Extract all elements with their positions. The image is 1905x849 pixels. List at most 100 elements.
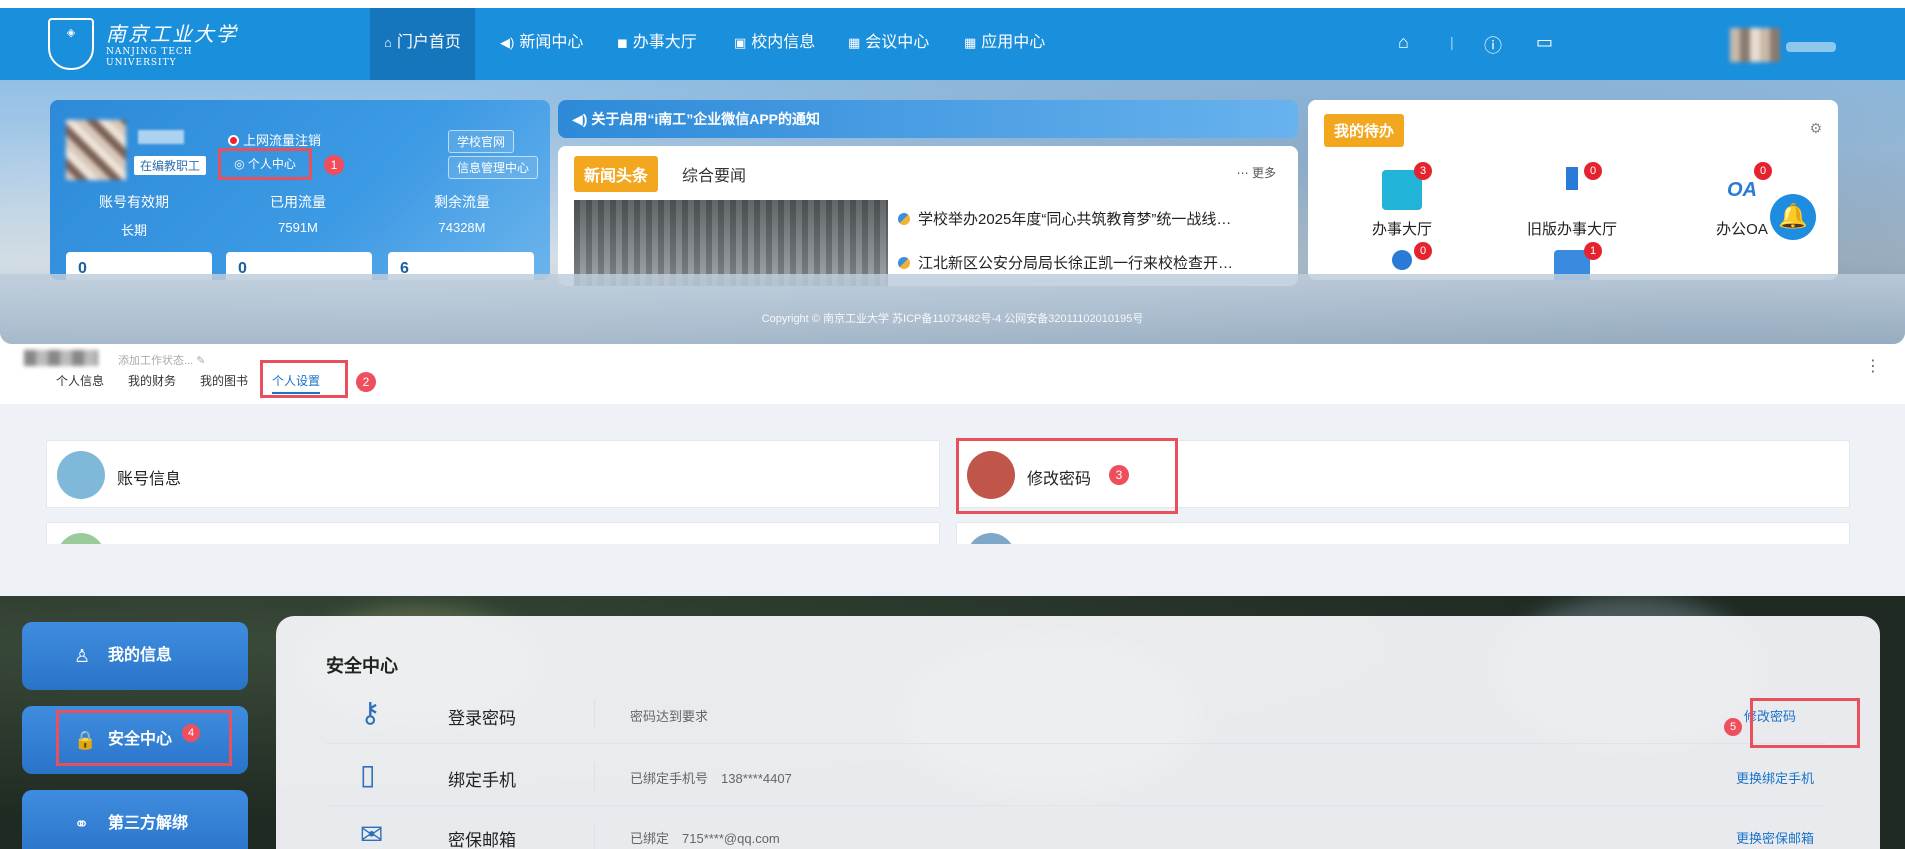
user-circle-icon: ◎ xyxy=(234,157,248,171)
stat-label: 账号有效期 xyxy=(99,194,169,210)
sidebar-item-third-party[interactable]: ⚭ 第三方解绑 xyxy=(22,790,248,849)
security-content: 安全中心 ⚷ 登录密码 密码达到要求 修改密码 5 ▯ 绑定手机 已绑定手机号 … xyxy=(276,616,1880,849)
home-shortcut-icon[interactable]: ⌂ xyxy=(1398,32,1409,53)
step-badge: 1 xyxy=(324,155,344,175)
notice-text: 关于启用“i南工”企业微信APP的通知 xyxy=(591,111,821,127)
todo-card: 我的待办 ⚙ 3 办事大厅 0 旧版办事大厅 OA 0 办公OA 0 1 xyxy=(1308,100,1838,280)
nav-label: 新闻中心 xyxy=(519,34,584,51)
user-icon-shape xyxy=(1392,250,1412,270)
nav-news[interactable]: ◀) 新闻中心 xyxy=(486,8,597,80)
security-row-phone: ▯ 绑定手机 已绑定手机号 138****4407 更换绑定手机 xyxy=(326,746,1826,806)
personal-center-button[interactable]: ◎ 个人中心 xyxy=(218,148,312,180)
tab-my-finance[interactable]: 我的财务 xyxy=(128,372,176,389)
todo-label: 旧版办事大厅 xyxy=(1526,221,1617,238)
id-card-icon xyxy=(57,451,105,499)
footer-blur-strip xyxy=(0,274,1905,344)
count-badge: 1 xyxy=(1584,242,1602,260)
gear-icon[interactable]: ⚙ xyxy=(1809,120,1822,137)
apps-icon: ▦ xyxy=(964,35,977,50)
todo-service-hall[interactable]: 3 办事大厅 xyxy=(1342,162,1462,239)
user-avatar[interactable] xyxy=(1730,28,1780,62)
row-divider xyxy=(594,822,595,849)
change-email-link[interactable]: 更换密保邮箱 xyxy=(1736,828,1814,847)
more-icon: ⋯ xyxy=(1236,166,1252,180)
tab-headlines[interactable]: 新闻头条 xyxy=(574,156,659,192)
row-divider xyxy=(594,700,595,728)
todo-label: 办事大厅 xyxy=(1371,221,1432,238)
apps-icon-cell xyxy=(1572,167,1578,190)
tab-personal-info[interactable]: 个人信息 xyxy=(56,372,104,389)
official-site-link[interactable]: 学校官网 xyxy=(448,130,515,153)
link-icon: ⚭ xyxy=(74,814,90,834)
row-desc: 密码达到要求 xyxy=(630,709,709,724)
building-icon: ▣ xyxy=(734,35,747,50)
nav-label: 办事大厅 xyxy=(632,34,697,51)
logo-en-1: NANJING TECH xyxy=(106,47,193,57)
news-item[interactable]: 江北新区公安分局局长徐正凯一行来校检查开… xyxy=(898,252,1233,273)
bell-icon[interactable]: 🔔 xyxy=(1770,194,1816,240)
speaker-icon: ◀) xyxy=(500,35,515,50)
nav-label: 会议中心 xyxy=(865,34,930,51)
stat-label: 剩余流量 xyxy=(434,194,490,210)
bullet-icon xyxy=(898,257,910,269)
work-status-input[interactable]: 添加工作状态... ✎ xyxy=(118,352,205,368)
count-badge: 0 xyxy=(1414,242,1432,260)
divider: | xyxy=(1450,34,1454,50)
university-emblem-icon[interactable]: ◈ xyxy=(48,18,94,70)
news-box: 新闻头条 综合要闻 ⋯ 更多 学校举办2025年度“同心共筑教育梦”统一战线… … xyxy=(558,146,1298,286)
more-link[interactable]: ⋯ 更多 xyxy=(1237,164,1276,181)
tab-general-news[interactable]: 综合要闻 xyxy=(682,162,746,186)
sidebar-item-my-info[interactable]: ♙ 我的信息 xyxy=(22,622,248,690)
nav-home[interactable]: ⌂ 门户首页 xyxy=(370,8,475,80)
copyright-text: Copyright © 南京工业大学 苏ICP备11073482号-4 公网安备… xyxy=(761,313,1144,325)
highlight-box xyxy=(956,438,1178,514)
security-row-password: ⚷ 登录密码 密码达到要求 修改密码 xyxy=(326,684,1826,744)
key-icon: ⚷ xyxy=(360,697,381,728)
bullet-icon xyxy=(898,213,910,225)
feedback-icon[interactable]: ▭ xyxy=(1536,32,1553,53)
change-phone-link[interactable]: 更换绑定手机 xyxy=(1736,768,1814,787)
traffic-logout-link[interactable]: 上网流量注销 xyxy=(228,130,321,149)
nav-label: 应用中心 xyxy=(981,34,1046,51)
row-name: 密保邮箱 xyxy=(448,831,516,849)
row-divider xyxy=(594,762,595,790)
todo-old-service-hall[interactable]: 0 旧版办事大厅 xyxy=(1512,162,1632,239)
row-name: 登录密码 xyxy=(448,709,516,728)
status-placeholder: 添加工作状态... xyxy=(118,355,194,367)
nav-meeting[interactable]: ▦ 会议中心 xyxy=(834,8,943,80)
personal-center-label: 个人中心 xyxy=(247,157,296,171)
notice-banner[interactable]: ◀) 关于启用“i南工”企业微信APP的通知 xyxy=(558,100,1298,138)
help-icon[interactable]: ⓘ xyxy=(1484,32,1502,58)
avatar xyxy=(24,350,98,366)
card-label: 账号信息 xyxy=(117,471,182,488)
nav-apps[interactable]: ▦ 应用中心 xyxy=(950,8,1059,80)
phone-icon: ▯ xyxy=(360,759,376,790)
highlight-box xyxy=(56,710,232,766)
security-row-email: ✉ 密保邮箱 已绑定 715****@qq.com 更换密保邮箱 xyxy=(326,806,1826,849)
security-center-panel: ♙ 我的信息 🔒 安全中心 4 ⚭ 第三方解绑 安全中心 ⚷ 登录密码 密码达到要求 … xyxy=(0,596,1905,849)
tab-my-books[interactable]: 我的图书 xyxy=(200,372,248,389)
step-badge: 2 xyxy=(356,372,376,392)
row-desc: 已绑定 715****@qq.com xyxy=(630,831,780,846)
stat-value: 长期 xyxy=(120,223,147,238)
grid-icon: ▦ xyxy=(848,35,861,50)
info-center-link[interactable]: 信息管理中心 xyxy=(448,156,539,179)
more-vertical-icon[interactable]: ⋮ xyxy=(1865,356,1881,376)
bag-icon: ◼ xyxy=(617,35,628,50)
news-title: 江北新区公安分局局长徐正凯一行来校检查开… xyxy=(918,255,1234,272)
university-logo-text[interactable]: 南京工业大学 NANJING TECH UNIVERSITY xyxy=(106,18,238,69)
nav-service-hall[interactable]: ◼ 办事大厅 xyxy=(603,8,711,80)
stat-value: 7591M xyxy=(278,220,318,235)
stat-remaining: 剩余流量 74328M xyxy=(392,192,532,235)
account-info-card[interactable]: 账号信息 xyxy=(46,440,940,508)
count-badge: 0 xyxy=(1754,162,1772,180)
power-icon xyxy=(228,135,239,146)
nav-campus-info[interactable]: ▣ 校内信息 xyxy=(720,8,829,80)
screenshot-composite: ◈ 南京工业大学 NANJING TECH UNIVERSITY ⌂ 门户首页 ◀… xyxy=(0,0,1905,849)
stat-value: 74328M xyxy=(438,220,486,235)
staff-tag: 在编教职工 xyxy=(134,156,207,175)
document-icon: 3 xyxy=(1382,162,1432,210)
panel-edge xyxy=(0,544,1905,596)
highlight-box xyxy=(1750,698,1860,748)
news-item[interactable]: 学校举办2025年度“同心共筑教育梦”统一战线… xyxy=(898,208,1231,229)
